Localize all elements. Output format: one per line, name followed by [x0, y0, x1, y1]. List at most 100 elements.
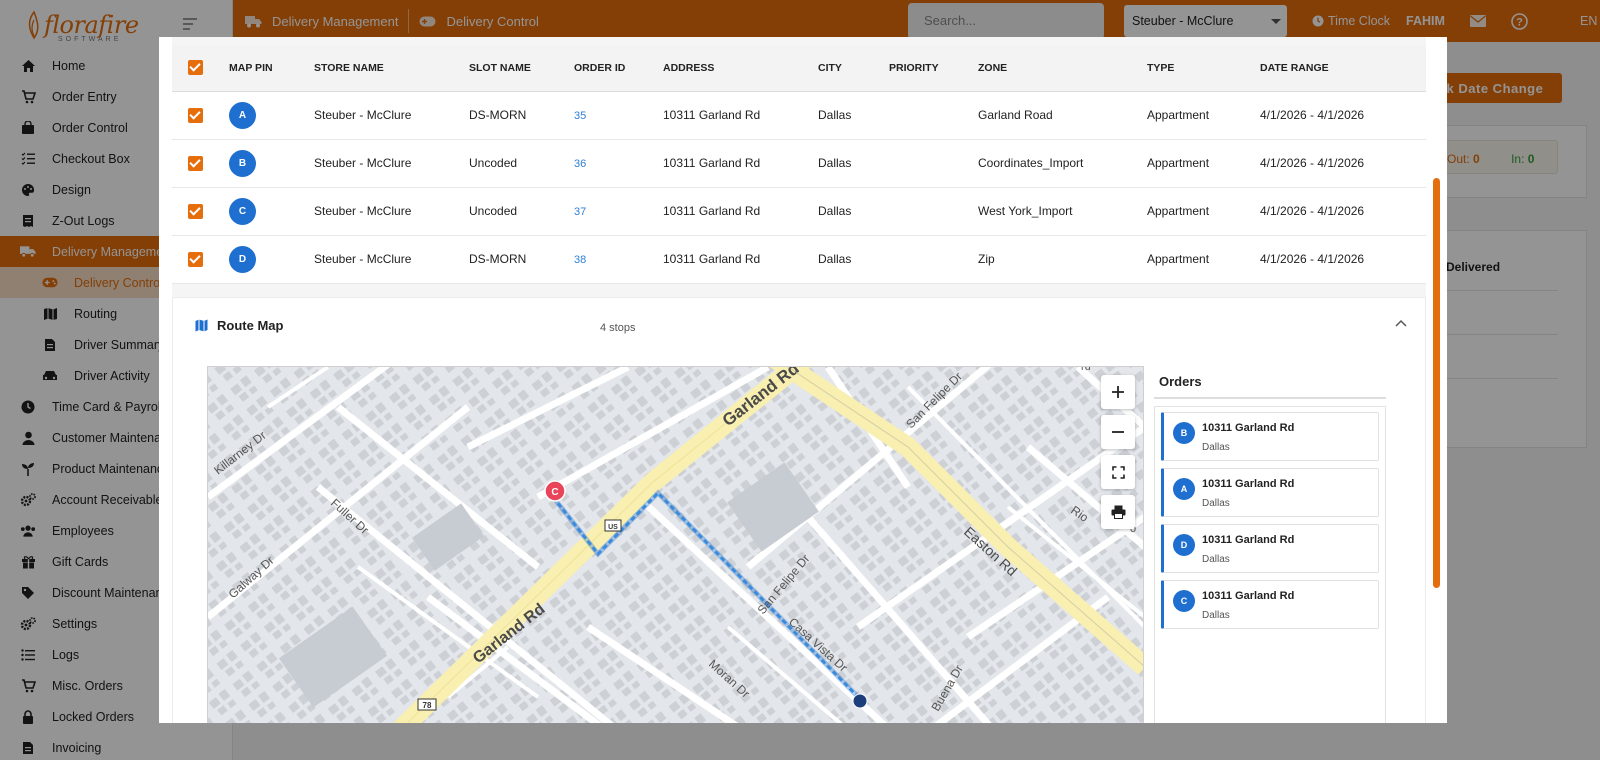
column-header-date-range[interactable]: DATE RANGE: [1260, 45, 1426, 92]
shield-label: 78: [423, 701, 432, 710]
row-checkbox[interactable]: [188, 155, 203, 171]
map-marker-c[interactable]: C: [544, 480, 566, 502]
modal-scrollbar-thumb[interactable]: [1433, 178, 1440, 588]
order-address: 10311 Garland Rd: [1202, 478, 1295, 490]
order-pin-badge: D: [1173, 534, 1195, 556]
select-all-checkbox[interactable]: [188, 60, 203, 76]
route-modal: MAP PIN STORE NAME SLOT NAME ORDER ID AD…: [159, 37, 1447, 723]
order-address: 10311 Garland Rd: [1202, 590, 1295, 602]
route-map[interactable]: Garland Rd Garland Rd San Felipe Dr San …: [207, 366, 1144, 723]
priority-cell: [889, 139, 978, 188]
list-item[interactable]: C 10311 Garland Rd Dallas: [1161, 580, 1379, 629]
order-id-link[interactable]: 35: [574, 110, 586, 122]
street-label-fragment: ru: [1081, 367, 1091, 373]
map-pin-cell: A: [229, 91, 314, 140]
column-header-order-id[interactable]: ORDER ID: [574, 45, 663, 92]
order-id-link[interactable]: 38: [574, 254, 586, 266]
zoom-in-button[interactable]: [1101, 375, 1135, 409]
row-select-cell: [172, 187, 229, 236]
row-select-cell: [172, 235, 229, 284]
order-address: 10311 Garland Rd: [1202, 422, 1295, 434]
store-name-cell: Steuber - McClure: [314, 187, 469, 236]
store-name-cell: Steuber - McClure: [314, 139, 469, 188]
map-icon: [195, 319, 208, 332]
orders-list: B 10311 Garland Rd Dallas A 10311 Garlan…: [1154, 406, 1386, 723]
date-range-cell: 4/1/2026 - 4/1/2026: [1260, 91, 1426, 140]
zone-cell: Garland Road: [978, 91, 1147, 140]
type-cell: Appartment: [1147, 91, 1260, 140]
map-marker-end[interactable]: [852, 693, 868, 709]
slot-name-cell: Uncoded: [469, 139, 574, 188]
priority-cell: [889, 187, 978, 236]
row-checkbox[interactable]: [188, 107, 203, 123]
address-cell: 10311 Garland Rd: [663, 187, 818, 236]
zone-cell: West York_Import: [978, 187, 1147, 236]
priority-cell: [889, 91, 978, 140]
order-id-cell: 37: [574, 187, 663, 236]
order-id-link[interactable]: 37: [574, 206, 586, 218]
fullscreen-icon: [1111, 465, 1125, 479]
type-cell: Appartment: [1147, 187, 1260, 236]
column-header-slot-name[interactable]: SLOT NAME: [469, 45, 574, 92]
column-header-store-name[interactable]: STORE NAME: [314, 45, 469, 92]
list-item[interactable]: A 10311 Garland Rd Dallas: [1161, 468, 1379, 517]
fullscreen-button[interactable]: [1101, 455, 1135, 489]
map-pin-badge: D: [229, 245, 256, 273]
address-cell: 10311 Garland Rd: [663, 91, 818, 140]
column-header-type[interactable]: TYPE: [1147, 45, 1260, 92]
priority-cell: [889, 235, 978, 284]
address-cell: 10311 Garland Rd: [663, 235, 818, 284]
column-header-zone[interactable]: ZONE: [978, 45, 1147, 92]
highway-shield-78: 78: [417, 698, 437, 711]
table-row[interactable]: D Steuber - McClure DS-MORN 38 10311 Gar…: [172, 235, 1426, 284]
order-id-cell: 38: [574, 235, 663, 284]
city-cell: Dallas: [818, 235, 889, 284]
date-range-cell: 4/1/2026 - 4/1/2026: [1260, 139, 1426, 188]
table-row[interactable]: C Steuber - McClure Uncoded 37 10311 Gar…: [172, 187, 1426, 236]
route-map-card: Route Map 4 stops Garland Rd Garland Rd …: [172, 297, 1426, 723]
order-id-cell: 36: [574, 139, 663, 188]
table-row[interactable]: B Steuber - McClure Uncoded 36 10311 Gar…: [172, 139, 1426, 188]
map-pin-cell: B: [229, 139, 314, 188]
row-checkbox[interactable]: [188, 251, 203, 267]
type-cell: Appartment: [1147, 139, 1260, 188]
print-button[interactable]: [1101, 495, 1135, 529]
route-map-title: Route Map: [217, 318, 284, 333]
list-item[interactable]: B 10311 Garland Rd Dallas: [1161, 412, 1379, 461]
order-city: Dallas: [1202, 554, 1230, 565]
table-header-row: MAP PIN STORE NAME SLOT NAME ORDER ID AD…: [172, 45, 1426, 92]
list-item[interactable]: D 10311 Garland Rd Dallas: [1161, 524, 1379, 573]
row-checkbox[interactable]: [188, 203, 203, 219]
order-pin-badge: C: [1173, 590, 1195, 612]
chevron-up-icon[interactable]: [1395, 319, 1407, 327]
order-id-cell: 35: [574, 91, 663, 140]
order-id-link[interactable]: 36: [574, 158, 586, 170]
store-name-cell: Steuber - McClure: [314, 235, 469, 284]
column-header-address[interactable]: ADDRESS: [663, 45, 818, 92]
marker-label: C: [551, 487, 558, 498]
column-header-map-pin[interactable]: MAP PIN: [229, 45, 314, 92]
store-name-cell: Steuber - McClure: [314, 91, 469, 140]
zoom-out-button[interactable]: [1101, 415, 1135, 449]
order-city: Dallas: [1202, 610, 1230, 621]
order-address: 10311 Garland Rd: [1202, 534, 1295, 546]
order-pin-badge: A: [1173, 478, 1195, 500]
order-city: Dallas: [1202, 498, 1230, 509]
highway-shield-us: US: [604, 519, 622, 532]
city-cell: Dallas: [818, 187, 889, 236]
map-pin-badge: A: [229, 101, 256, 129]
slot-name-cell: DS-MORN: [469, 235, 574, 284]
order-city: Dallas: [1202, 442, 1230, 453]
column-header-city[interactable]: CITY: [818, 45, 889, 92]
table-row[interactable]: A Steuber - McClure DS-MORN 35 10311 Gar…: [172, 91, 1426, 140]
slot-name-cell: DS-MORN: [469, 91, 574, 140]
map-canvas[interactable]: Garland Rd Garland Rd San Felipe Dr San …: [208, 367, 1144, 723]
print-icon: [1111, 505, 1125, 519]
type-cell: Appartment: [1147, 235, 1260, 284]
shield-label: US: [608, 524, 618, 531]
zone-cell: Zip: [978, 235, 1147, 284]
route-map-header[interactable]: Route Map: [195, 318, 283, 333]
date-range-cell: 4/1/2026 - 4/1/2026: [1260, 235, 1426, 284]
minus-icon: [1112, 431, 1124, 433]
column-header-priority[interactable]: PRIORITY: [889, 45, 978, 92]
